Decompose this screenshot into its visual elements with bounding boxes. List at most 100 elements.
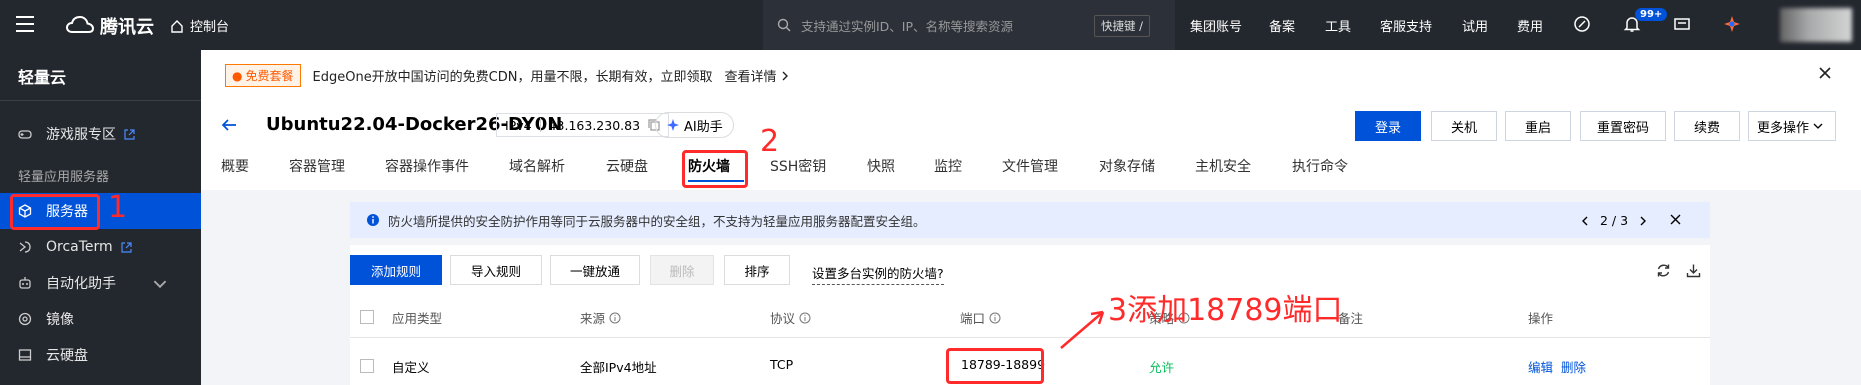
promo-detail-link[interactable]: 查看详情 bbox=[725, 66, 789, 85]
info-circle-icon[interactable] bbox=[989, 312, 1001, 324]
sidebar-group-label: 轻量应用服务器 bbox=[18, 170, 110, 185]
nav-billing[interactable]: 费用 bbox=[1517, 16, 1543, 35]
disk-icon bbox=[18, 349, 32, 361]
annotation-box-firewall bbox=[682, 150, 748, 188]
nav-support[interactable]: 客服支持 bbox=[1380, 16, 1432, 35]
link-icon[interactable] bbox=[1572, 14, 1592, 34]
row-checkbox[interactable] bbox=[360, 359, 374, 373]
sparkle-icon bbox=[667, 119, 679, 131]
more-actions-label: 更多操作 bbox=[1757, 120, 1810, 136]
sidebar-item-label: OrcaTerm bbox=[46, 239, 113, 255]
download-icon[interactable] bbox=[1686, 263, 1701, 278]
add-rule-button[interactable]: 添加规则 bbox=[350, 255, 442, 285]
tab-container-events[interactable]: 容器操作事件 bbox=[385, 156, 469, 176]
nav-filing[interactable]: 备案 bbox=[1269, 16, 1295, 35]
tab-dns[interactable]: 域名解析 bbox=[509, 156, 565, 176]
delete-rule-button[interactable]: 删除 bbox=[650, 255, 714, 285]
select-all-checkbox[interactable] bbox=[360, 310, 374, 324]
sidebar-item-automation[interactable]: 自动化助手 bbox=[0, 265, 201, 301]
tab-host-security[interactable]: 主机安全 bbox=[1195, 156, 1251, 176]
brand-logo[interactable]: 腾讯云 bbox=[66, 13, 154, 39]
col-actions: 操作 bbox=[1528, 308, 1553, 327]
chevron-down-icon bbox=[1813, 123, 1823, 129]
chevron-left-icon[interactable] bbox=[1580, 216, 1590, 226]
cloud-logo-icon bbox=[66, 16, 94, 33]
flame-icon: ● bbox=[232, 68, 243, 83]
nav-tools[interactable]: 工具 bbox=[1325, 16, 1351, 35]
sidebar-item-images[interactable]: 镜像 bbox=[0, 301, 201, 337]
ticket-icon[interactable] bbox=[1672, 14, 1692, 34]
divider bbox=[539, 118, 541, 132]
pager-text: 2 / 3 bbox=[1600, 213, 1629, 228]
login-button[interactable]: 登录 bbox=[1355, 111, 1421, 141]
more-actions-button[interactable]: 更多操作 bbox=[1748, 111, 1836, 141]
tab-monitoring[interactable]: 监控 bbox=[934, 156, 962, 176]
sidebar-item-label: 自动化助手 bbox=[46, 276, 116, 292]
col-app-type: 应用类型 bbox=[392, 308, 442, 327]
terminal-icon bbox=[19, 241, 31, 253]
search-icon bbox=[777, 18, 791, 32]
promo-banner: ● 免费套餐 EdgeOne开放中国访问的免费CDN，用量不限，长期有效，立即领取… bbox=[225, 64, 789, 87]
sort-button[interactable]: 排序 bbox=[724, 255, 790, 285]
tab-object-storage[interactable]: 对象存储 bbox=[1099, 156, 1155, 176]
menu-icon[interactable] bbox=[16, 16, 34, 32]
apps-icon[interactable] bbox=[1722, 14, 1742, 34]
edit-rule-link[interactable]: 编辑 bbox=[1528, 357, 1553, 376]
tab-ssh-keys[interactable]: SSH密钥 bbox=[770, 156, 826, 176]
ip-address-box: IPv4 43.163.230.83 bbox=[496, 113, 670, 137]
console-link[interactable]: 控制台 bbox=[170, 16, 229, 35]
shutdown-button[interactable]: 关机 bbox=[1431, 111, 1497, 141]
multi-instance-firewall-link[interactable]: 设置多台实例的防火墙? bbox=[812, 263, 944, 285]
tab-snapshots[interactable]: 快照 bbox=[867, 156, 895, 176]
annotation-step-3: 3添加18789端口 bbox=[1108, 293, 1343, 328]
annotation-step-2: 2 bbox=[760, 124, 780, 159]
ai-label: AI助手 bbox=[684, 119, 723, 135]
allow-all-button[interactable]: 一键放通 bbox=[550, 255, 640, 285]
chevron-right-icon[interactable] bbox=[1638, 216, 1648, 226]
tab-run-command[interactable]: 执行命令 bbox=[1292, 156, 1348, 176]
import-rule-button[interactable]: 导入规则 bbox=[450, 255, 542, 285]
info-circle-icon[interactable] bbox=[609, 312, 621, 324]
promo-text: EdgeOne开放中国访问的免费CDN，用量不限，长期有效，立即领取 bbox=[312, 70, 713, 85]
promo-tag: ● 免费套餐 bbox=[225, 64, 301, 87]
sidebar-item-game-zone[interactable]: 游戏服专区 bbox=[0, 116, 201, 152]
col-label: 端口 bbox=[960, 311, 986, 326]
info-pager: 2 / 3 bbox=[1580, 213, 1648, 228]
info-circle-icon[interactable] bbox=[799, 312, 811, 324]
table-header-divider bbox=[350, 337, 1710, 338]
refresh-icon[interactable] bbox=[1656, 263, 1671, 278]
reset-password-button[interactable]: 重置密码 bbox=[1580, 111, 1666, 141]
close-icon[interactable] bbox=[1670, 214, 1681, 225]
annotation-box-port bbox=[946, 348, 1044, 384]
external-link-icon bbox=[124, 128, 135, 140]
chevron-down-icon bbox=[153, 280, 167, 289]
cell-protocol: TCP bbox=[770, 357, 794, 372]
tab-overview[interactable]: 概要 bbox=[221, 156, 249, 176]
user-avatar[interactable] bbox=[1780, 8, 1852, 42]
cell-source: 全部IPv4地址 bbox=[580, 360, 657, 375]
sidebar-item-cloud-disk[interactable]: 云硬盘 bbox=[0, 337, 201, 373]
tab-files[interactable]: 文件管理 bbox=[1002, 156, 1058, 176]
delete-rule-link[interactable]: 删除 bbox=[1561, 357, 1586, 376]
info-icon bbox=[367, 214, 379, 226]
brand-name: 腾讯云 bbox=[100, 17, 154, 38]
reboot-button[interactable]: 重启 bbox=[1505, 111, 1571, 141]
cell-app-type: 自定义 bbox=[392, 360, 430, 375]
tab-cloud-disk[interactable]: 云硬盘 bbox=[606, 156, 648, 176]
info-banner: 防火墙所提供的安全防护作用等同于云服务器中的安全组，不支持为轻量应用服务器配置安… bbox=[350, 202, 1710, 238]
back-arrow-icon[interactable] bbox=[221, 118, 237, 132]
cell-policy: 允许 bbox=[1149, 360, 1175, 375]
close-icon[interactable] bbox=[1818, 66, 1832, 80]
tab-containers[interactable]: 容器管理 bbox=[289, 156, 345, 176]
sidebar-item-orcaterm[interactable]: OrcaTerm bbox=[0, 229, 201, 265]
renew-button[interactable]: 续费 bbox=[1674, 111, 1740, 141]
nav-group-account[interactable]: 集团账号 bbox=[1190, 16, 1242, 35]
sidebar-item-label: 云硬盘 bbox=[46, 348, 88, 364]
ip-label: IPv4 bbox=[505, 117, 532, 133]
console-label: 控制台 bbox=[190, 20, 230, 35]
ai-assistant-button[interactable]: AI助手 bbox=[655, 112, 734, 138]
nav-trial[interactable]: 试用 bbox=[1462, 16, 1488, 35]
home-icon bbox=[171, 19, 183, 33]
sidebar-item-label: 镜像 bbox=[46, 312, 74, 328]
search-placeholder: 支持通过实例ID、IP、名称等搜索资源 bbox=[801, 18, 1014, 34]
